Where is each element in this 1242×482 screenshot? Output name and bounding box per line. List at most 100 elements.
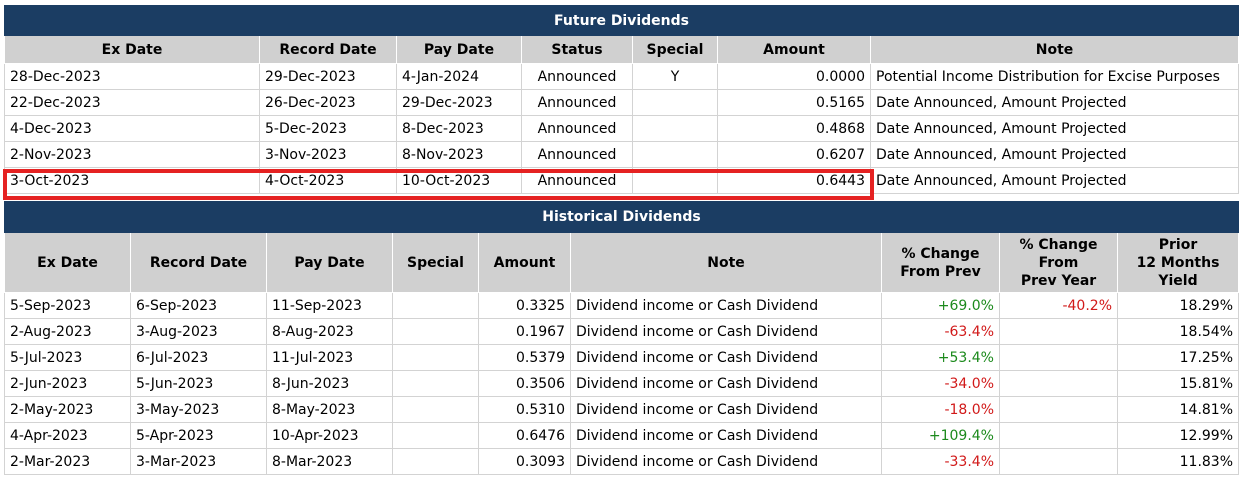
- future-dividend-row[interactable]: 2-Nov-2023 3-Nov-2023 8-Nov-2023 Announced 0…: [4, 141, 1240, 168]
- note-cell: Dividend income or Cash Dividend: [570, 370, 882, 397]
- ex-date-cell: 2-Jun-2023: [4, 370, 131, 397]
- amount-cell: 0.4868: [717, 115, 871, 142]
- amount-cell: 0.0000: [717, 63, 871, 90]
- future-dividend-row[interactable]: 4-Dec-2023 5-Dec-2023 8-Dec-2023 Announced 0…: [4, 115, 1240, 142]
- header-line: 12 Months: [1136, 254, 1220, 271]
- ex-date-cell: 3-Oct-2023: [4, 167, 260, 194]
- column-header-amount[interactable]: Amount: [717, 35, 871, 64]
- ex-date-cell: 2-Mar-2023: [4, 448, 131, 475]
- column-header-change-from-prev-year[interactable]: % Change From Prev Year: [999, 232, 1118, 293]
- future-dividend-row[interactable]: 22-Dec-2023 26-Dec-2023 29-Dec-2023 Announc…: [4, 89, 1240, 116]
- note-cell: Dividend income or Cash Dividend: [570, 292, 882, 319]
- pay-date-cell: 10-Oct-2023: [396, 167, 522, 194]
- header-line: From Prev: [900, 263, 981, 280]
- column-header-prior-12-months-yield[interactable]: Prior 12 Months Yield: [1116, 232, 1240, 293]
- column-header-special[interactable]: Special: [392, 232, 479, 293]
- note-cell: Potential Income Distribution for Excise…: [869, 63, 1240, 90]
- record-date-cell: 26-Dec-2023: [259, 89, 397, 116]
- note-cell: Dividend income or Cash Dividend: [570, 448, 882, 475]
- change-from-prev-year-cell: [999, 448, 1118, 475]
- column-header-special[interactable]: Special: [632, 35, 718, 64]
- header-line: Prev Year: [1020, 272, 1097, 289]
- change-from-prev-year-cell: [999, 344, 1118, 371]
- future-header-row: Ex Date Record Date Pay Date Status Spec…: [4, 35, 1240, 64]
- amount-cell: 0.6476: [478, 422, 571, 449]
- ex-date-cell: 4-Dec-2023: [4, 115, 260, 142]
- column-header-ex-date[interactable]: Ex Date: [4, 35, 260, 64]
- pay-date-cell: 8-Mar-2023: [266, 448, 393, 475]
- record-date-cell: 5-Apr-2023: [130, 422, 267, 449]
- ex-date-cell: 28-Dec-2023: [4, 63, 260, 90]
- pay-date-cell: 8-Jun-2023: [266, 370, 393, 397]
- column-header-note[interactable]: Note: [869, 35, 1240, 64]
- change-from-prev-year-cell: -40.2%: [999, 292, 1118, 319]
- column-header-status[interactable]: Status: [521, 35, 633, 64]
- ex-date-cell: 2-May-2023: [4, 396, 131, 423]
- note-cell: Dividend income or Cash Dividend: [570, 396, 882, 423]
- future-dividend-row[interactable]: 3-Oct-2023 4-Oct-2023 10-Oct-2023 Announced…: [4, 167, 1240, 194]
- change-from-prev-year-cell: [999, 422, 1118, 449]
- change-from-prev-year-cell: [999, 318, 1118, 345]
- change-from-prev-cell: -34.0%: [881, 370, 1000, 397]
- special-cell: [392, 344, 479, 371]
- record-date-cell: 29-Dec-2023: [259, 63, 397, 90]
- column-header-change-from-prev[interactable]: % Change From Prev: [881, 232, 1000, 293]
- special-cell: [392, 318, 479, 345]
- historical-dividend-row[interactable]: 4-Apr-2023 5-Apr-2023 10-Apr-2023 0.6476 Div…: [4, 422, 1240, 449]
- header-line: % Change: [1019, 236, 1098, 253]
- yield-cell: 15.81%: [1116, 370, 1240, 397]
- record-date-cell: 4-Oct-2023: [259, 167, 397, 194]
- header-line: % Change: [901, 245, 980, 262]
- yield-cell: 11.83%: [1116, 448, 1240, 475]
- column-header-ex-date[interactable]: Ex Date: [4, 232, 131, 293]
- historical-dividend-row[interactable]: 5-Sep-2023 6-Sep-2023 11-Sep-2023 0.3325 Div…: [4, 292, 1240, 319]
- column-header-pay-date[interactable]: Pay Date: [396, 35, 522, 64]
- status-cell: Announced: [521, 141, 633, 168]
- amount-cell: 0.5379: [478, 344, 571, 371]
- change-from-prev-cell: +69.0%: [881, 292, 1000, 319]
- change-from-prev-cell: +109.4%: [881, 422, 1000, 449]
- historical-dividends-table: Historical Dividends Ex Date Record Date…: [3, 201, 1240, 475]
- note-cell: Date Announced, Amount Projected: [869, 167, 1240, 194]
- column-header-pay-date[interactable]: Pay Date: [266, 232, 393, 293]
- change-from-prev-cell: -33.4%: [881, 448, 1000, 475]
- pay-date-cell: 11-Sep-2023: [266, 292, 393, 319]
- historical-dividend-row[interactable]: 2-Mar-2023 3-Mar-2023 8-Mar-2023 0.3093 Divi…: [4, 448, 1240, 475]
- header-line: From: [1038, 254, 1079, 271]
- historical-dividend-row[interactable]: 2-Aug-2023 3-Aug-2023 8-Aug-2023 0.1967 Divi…: [4, 318, 1240, 345]
- record-date-cell: 6-Sep-2023: [130, 292, 267, 319]
- note-cell: Date Announced, Amount Projected: [869, 115, 1240, 142]
- status-cell: Announced: [521, 115, 633, 142]
- yield-cell: 12.99%: [1116, 422, 1240, 449]
- column-header-note[interactable]: Note: [570, 232, 882, 293]
- pay-date-cell: 29-Dec-2023: [396, 89, 522, 116]
- historical-dividends-title: Historical Dividends: [3, 201, 1240, 233]
- special-cell: [392, 370, 479, 397]
- special-cell: [632, 141, 718, 168]
- status-cell: Announced: [521, 167, 633, 194]
- record-date-cell: 6-Jul-2023: [130, 344, 267, 371]
- historical-dividend-row[interactable]: 5-Jul-2023 6-Jul-2023 11-Jul-2023 0.5379 Div…: [4, 344, 1240, 371]
- ex-date-cell: 2-Aug-2023: [4, 318, 131, 345]
- yield-cell: 14.81%: [1116, 396, 1240, 423]
- special-cell: Y: [632, 63, 718, 90]
- column-header-record-date[interactable]: Record Date: [130, 232, 267, 293]
- yield-cell: 17.25%: [1116, 344, 1240, 371]
- ex-date-cell: 2-Nov-2023: [4, 141, 260, 168]
- pay-date-cell: 10-Apr-2023: [266, 422, 393, 449]
- historical-dividend-row[interactable]: 2-May-2023 3-May-2023 8-May-2023 0.5310 Divi…: [4, 396, 1240, 423]
- special-cell: [632, 167, 718, 194]
- historical-dividend-row[interactable]: 2-Jun-2023 5-Jun-2023 8-Jun-2023 0.3506 Divi…: [4, 370, 1240, 397]
- special-cell: [392, 422, 479, 449]
- special-cell: [392, 292, 479, 319]
- amount-cell: 0.6443: [717, 167, 871, 194]
- future-dividends-title: Future Dividends: [3, 5, 1240, 36]
- column-header-record-date[interactable]: Record Date: [259, 35, 397, 64]
- column-header-amount[interactable]: Amount: [478, 232, 571, 293]
- note-cell: Date Announced, Amount Projected: [869, 89, 1240, 116]
- amount-cell: 0.3093: [478, 448, 571, 475]
- record-date-cell: 3-Nov-2023: [259, 141, 397, 168]
- future-dividend-row[interactable]: 28-Dec-2023 29-Dec-2023 4-Jan-2024 Announce…: [4, 63, 1240, 90]
- change-from-prev-year-cell: [999, 396, 1118, 423]
- status-cell: Announced: [521, 63, 633, 90]
